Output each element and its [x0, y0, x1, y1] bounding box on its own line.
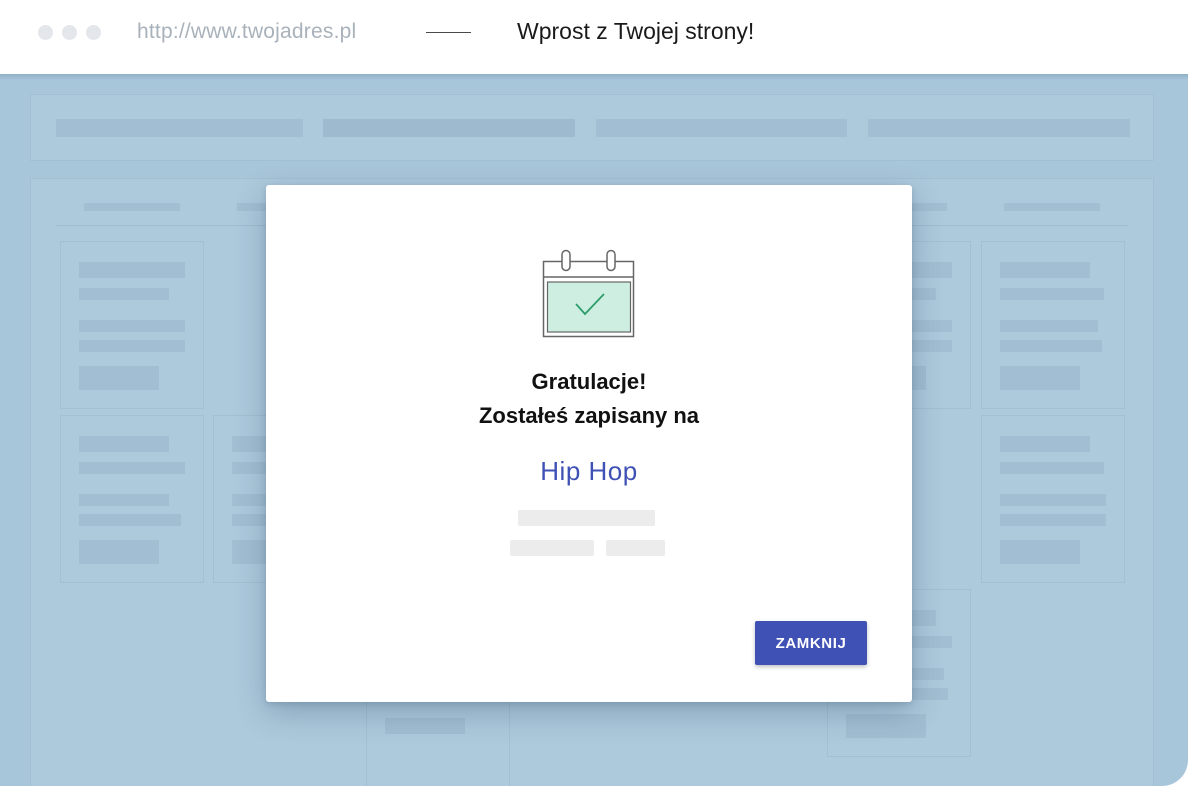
close-button[interactable]: ZAMKNIJ — [755, 621, 867, 665]
text-placeholder — [518, 510, 655, 526]
dialog-subheading: Zostałeś zapisany na — [478, 403, 700, 428]
text-placeholder — [510, 540, 594, 556]
confirmation-dialog: Gratulacje! Zostałeś zapisany na Hip Hop… — [266, 185, 912, 702]
address-bar-url[interactable]: http://www.twojadres.pl — [137, 20, 356, 44]
window-dot-icon — [38, 25, 53, 40]
dialog-heading: Gratulacje! — [531, 369, 647, 394]
calendar-check-icon — [542, 249, 638, 344]
window-dot-icon — [86, 25, 101, 40]
placeholder-nav — [30, 94, 1154, 161]
window-dot-icon — [62, 25, 77, 40]
browser-page-title: Wprost z Twojej strony! — [517, 18, 755, 44]
event-name: Hip Hop — [540, 456, 638, 486]
title-separator — [426, 32, 471, 33]
text-placeholder — [606, 540, 665, 556]
browser-chrome: http://www.twojadres.pl Wprost z Twojej … — [0, 0, 1188, 74]
